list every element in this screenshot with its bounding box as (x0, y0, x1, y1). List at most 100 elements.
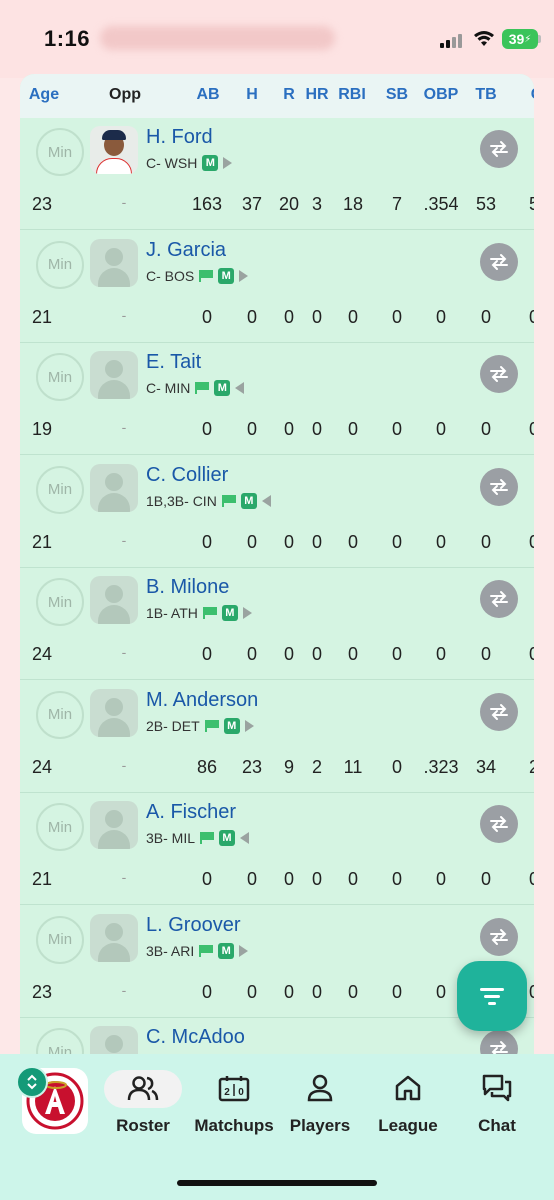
min-badge[interactable]: Min (36, 915, 84, 964)
swap-player-button[interactable] (480, 130, 518, 168)
stat-cell: 24 (31, 644, 53, 664)
stat-line: 21-0 0 0 0 0 0 0 0 0 (20, 532, 534, 554)
col-opp[interactable]: Opp (102, 86, 148, 104)
player-row[interactable]: Min H. Ford C- WSH M 23 - 163 37 20 3 18 7 .354 53 5 (20, 118, 534, 230)
stat-cell: 0 (311, 869, 322, 889)
swap-player-button[interactable] (480, 355, 518, 393)
min-badge[interactable]: Min (36, 578, 84, 626)
avatar-placeholder (90, 463, 138, 512)
chevron-up-down-icon (27, 1074, 37, 1090)
player-row[interactable]: Min J. Garcia C- BOS M 21-0 0 0 0 0 0 0 0 0 (20, 231, 534, 343)
min-badge[interactable]: Min (36, 240, 84, 289)
min-badge[interactable]: Min (36, 128, 84, 176)
col-rbi[interactable]: RBI (334, 86, 370, 104)
position-team-text: C- WSH (146, 155, 198, 171)
col-obp[interactable]: OBP (420, 86, 462, 104)
stat-cell: 0 (435, 869, 446, 889)
stat-cell: 0 (528, 419, 534, 439)
play-left-icon (240, 832, 250, 844)
stat-cell: 0 (347, 419, 358, 439)
player-name[interactable]: J. Garcia (146, 239, 226, 262)
filter-button[interactable] (457, 961, 527, 1031)
stat-cell: 0 (201, 981, 212, 1002)
col-g[interactable]: G (522, 86, 534, 104)
home-indicator (177, 1180, 377, 1186)
swap-player-button[interactable] (480, 805, 518, 843)
stat-cell: 0 (246, 306, 257, 327)
col-tb[interactable]: TB (470, 86, 502, 104)
stat-line: 23 - 163 37 20 3 18 7 .354 53 5 (20, 194, 534, 216)
team-switch-button[interactable] (16, 1066, 48, 1098)
flag-icon (199, 269, 214, 282)
col-h[interactable]: H (236, 86, 268, 104)
status-time: 1:16 (44, 26, 91, 51)
stat-cell: 0 (435, 981, 446, 1002)
col-hr[interactable]: HR (302, 86, 332, 104)
play-left-icon (261, 494, 271, 507)
col-ab[interactable]: AB (188, 86, 228, 104)
swap-player-button[interactable] (480, 692, 518, 731)
player-name[interactable]: C. Collier (146, 464, 228, 487)
player-name[interactable]: B. Milone (146, 576, 229, 599)
col-sb[interactable]: SB (380, 86, 414, 104)
nav-players[interactable]: Players (274, 1070, 366, 1140)
player-name[interactable]: H. Ford (146, 126, 213, 149)
nav-chat[interactable]: Chat (451, 1070, 543, 1140)
player-row[interactable]: Min B. Milone 1B- ATH M 24-0 0 0 0 0 0 0 0 0 (20, 568, 534, 680)
battery-level: 39 (508, 31, 525, 47)
nav-matchups[interactable]: 2 0 Matchups (188, 1070, 280, 1140)
stat-cell: 0 (283, 869, 294, 889)
nav-players-label: Players (289, 1116, 351, 1135)
swap-player-button[interactable] (480, 580, 518, 618)
flag-icon (195, 382, 210, 394)
position-team-text: 3B- MIL (146, 830, 196, 846)
min-badge[interactable]: Min (36, 353, 84, 401)
swap-player-button[interactable] (480, 242, 518, 281)
swap-arrows-icon (490, 253, 508, 270)
player-position-team: 2B- DET M (146, 717, 254, 735)
avatar-placeholder (90, 801, 138, 849)
stat-cell: 0 (435, 644, 446, 664)
min-badge[interactable]: Min (36, 465, 84, 514)
stat-cell: 9 (283, 756, 294, 777)
roster-list[interactable]: Age Opp AB H R HR RBI SB OBP TB G Min H. … (20, 74, 534, 1064)
player-position-team: 1B,3B- CIN M (146, 492, 271, 510)
min-badge[interactable]: Min (36, 803, 84, 851)
minors-badge: M (223, 717, 240, 734)
player-row[interactable]: Min C. Collier 1B,3B- CIN M 21-0 0 0 0 0 0 0 0 0 (20, 456, 534, 568)
battery-tip (538, 35, 541, 43)
chat-icon (451, 1070, 543, 1106)
column-header-row: Age Opp AB H R HR RBI SB OBP TB G (20, 74, 534, 118)
person-icon (274, 1070, 366, 1106)
stat-cell: 0 (201, 306, 212, 327)
nav-roster-label: Roster (116, 1116, 170, 1135)
minors-badge: M (240, 492, 257, 509)
flag-icon (204, 719, 219, 732)
player-name[interactable]: L. Groover (146, 914, 240, 937)
stat-line: 21-0 0 0 0 0 0 0 0 0 (20, 307, 534, 329)
stat-cell: 0 (246, 981, 257, 1002)
col-r[interactable]: R (274, 86, 304, 104)
position-team-text: 2B- DET (146, 717, 200, 734)
col-age[interactable]: Age (22, 86, 66, 104)
min-badge[interactable]: Min (36, 690, 84, 739)
minors-badge: M (221, 605, 238, 621)
swap-player-button[interactable] (480, 467, 518, 506)
position-team-text: C- MIN (146, 380, 191, 396)
stat-cell: 2 (311, 756, 322, 777)
nav-roster[interactable]: Roster (104, 1070, 196, 1140)
svg-text:2: 2 (224, 1087, 230, 1098)
player-name[interactable]: C. McAdoo (146, 1026, 245, 1049)
player-row[interactable]: Min E. Tait C- MIN M 19-0 0 0 0 0 0 0 0 0 (20, 343, 534, 455)
player-row[interactable]: Min M. Anderson 2B- DET M 24-86 23 9 2 11 0.323 3… (20, 681, 534, 793)
stat-cell: 3 (311, 194, 322, 214)
position-team-text: 1B- ATH (146, 605, 198, 621)
player-name[interactable]: E. Tait (146, 351, 201, 374)
swap-player-button[interactable] (480, 917, 518, 956)
player-row[interactable]: Min A. Fischer 3B- MIL M 21-0 0 0 0 0 0 0 0 0 (20, 793, 534, 905)
player-name[interactable]: A. Fischer (146, 801, 236, 824)
nav-league[interactable]: League (362, 1070, 454, 1140)
player-name[interactable]: M. Anderson (146, 689, 258, 712)
cellular-signal-icon (440, 32, 466, 48)
stat-cell: 0 (480, 644, 491, 664)
